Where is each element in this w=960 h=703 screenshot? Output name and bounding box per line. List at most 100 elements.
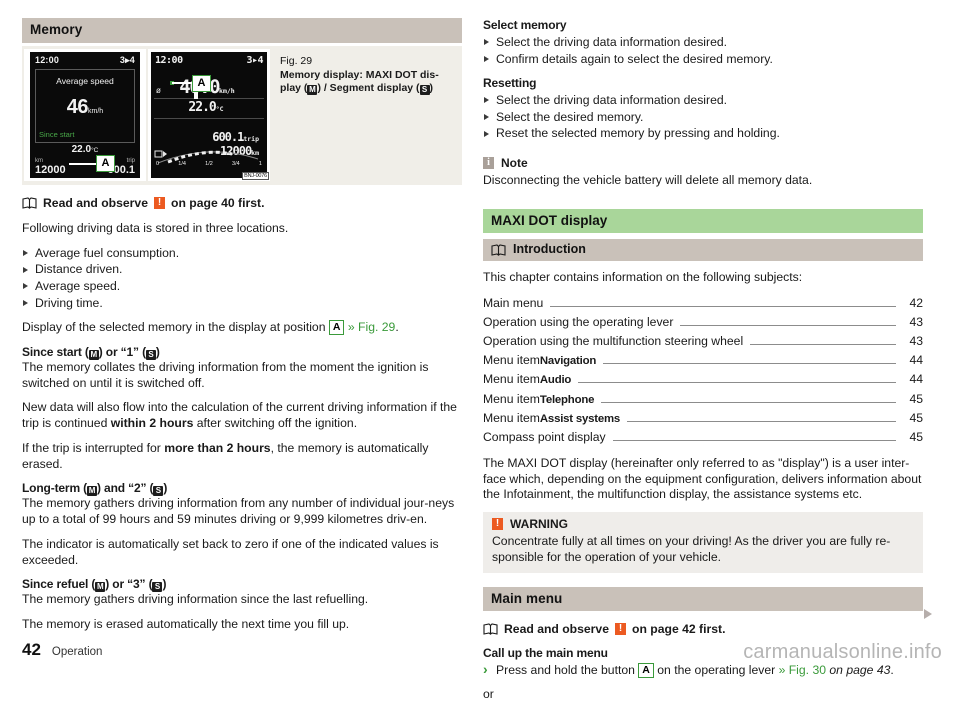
maxi-dot-symbol-icon: M bbox=[307, 85, 318, 96]
toc-label: Menu itemAssist systems bbox=[483, 409, 620, 428]
maxi-dot-symbol-icon: M bbox=[87, 486, 98, 497]
figure-link[interactable]: » Fig. 30 bbox=[779, 663, 826, 677]
list-item-label: Select the driving data information desi… bbox=[496, 35, 728, 49]
toc-leader bbox=[612, 439, 896, 441]
bullet-triangle-icon bbox=[484, 114, 489, 121]
call-up-mid: on the operating lever bbox=[657, 662, 776, 677]
segment-symbol-icon: S bbox=[152, 582, 163, 593]
toc-label-text: Main menu bbox=[483, 295, 544, 310]
seg-divider-1 bbox=[154, 97, 264, 99]
warning-title: WARNING bbox=[510, 517, 568, 532]
dot-value: 46 bbox=[66, 95, 89, 118]
reference-box-a: A bbox=[638, 662, 654, 678]
toc-row[interactable]: Compass point display 45 bbox=[483, 428, 923, 447]
toc-label-text: Menu item bbox=[483, 353, 540, 368]
list-item-label: Reset the selected memory by pressing an… bbox=[496, 126, 780, 141]
warning-symbol-icon: ! bbox=[154, 196, 165, 209]
warning-symbol-icon: ! bbox=[615, 623, 626, 636]
new-data-post: after switching off the ignition. bbox=[193, 416, 358, 431]
call-up-pre: Press and hold the button bbox=[496, 662, 635, 677]
dot-unit: km/h bbox=[88, 107, 104, 115]
toc-page: 45 bbox=[909, 410, 923, 425]
continuation-arrow-icon bbox=[924, 609, 932, 619]
toc-leader bbox=[603, 363, 896, 365]
toc-label: Operation using the operating lever bbox=[483, 313, 673, 332]
toc-row[interactable]: Operation using the multifunction steeri… bbox=[483, 332, 923, 351]
list-item-label: Driving time. bbox=[35, 295, 103, 310]
toc-page: 44 bbox=[909, 372, 923, 387]
note-body: Disconnecting the vehicle battery will d… bbox=[483, 172, 813, 187]
toc-row[interactable]: Operation using the operating lever 43 bbox=[483, 313, 923, 332]
seg-temp: 22.0 bbox=[188, 99, 216, 115]
dot-value-row: 46km/h bbox=[36, 96, 134, 119]
dot-status-row: 12:00 3▸4 bbox=[35, 55, 135, 66]
seg-screen: 12:00 3▸4 ø 46.0km/h 22.0°C 600.1trip 12… bbox=[151, 51, 267, 178]
indicator-paragraph: The indicator is automatically set back … bbox=[22, 536, 439, 567]
toc-row[interactable]: Menu itemAudio 44 bbox=[483, 370, 923, 389]
heading-part: ) or “1” ( bbox=[98, 345, 146, 359]
segment-symbol-icon: S bbox=[145, 350, 156, 360]
heading-since-start: Since start (M) or “1” (S) bbox=[22, 345, 462, 360]
fuel-tick: 1/4 bbox=[178, 160, 186, 167]
fuel-tick: 1/2 bbox=[205, 160, 213, 167]
toc-row[interactable]: Menu itemTelephone 45 bbox=[483, 390, 923, 409]
heading-part: ) bbox=[163, 481, 168, 496]
toc-row[interactable]: Menu itemNavigation 44 bbox=[483, 351, 923, 370]
seg-unit: km/h bbox=[219, 86, 235, 95]
seg-temp-row: 22.0°C bbox=[151, 100, 261, 115]
maxi-dot-symbol-icon: M bbox=[88, 350, 99, 360]
list-item: Select the desired memory. bbox=[483, 109, 923, 126]
dot-odo-value: 12000 bbox=[35, 163, 66, 176]
toc-leader bbox=[680, 325, 896, 327]
heading-select-memory: Select memory bbox=[483, 18, 567, 32]
heading-since-refuel: Since refuel (M) or “3” (S) bbox=[22, 577, 462, 593]
book-icon bbox=[22, 197, 37, 209]
intro-paragraph: Following driving data is stored in thre… bbox=[22, 221, 289, 236]
figure-images: 12:00 3▸4 Average speed 46km/h Since sta… bbox=[22, 46, 270, 185]
toc-leader bbox=[578, 382, 896, 384]
toc-label-text: Operation using the operating lever bbox=[483, 315, 674, 330]
bullet-triangle-icon bbox=[23, 266, 28, 273]
maxi-dot-display-image: 12:00 3▸4 Average speed 46km/h Since sta… bbox=[24, 48, 146, 181]
resetting-bullets: Select the driving data information desi… bbox=[483, 92, 923, 142]
maxi-dot-description: The MAXI DOT display (hereinafter only r… bbox=[483, 455, 922, 502]
toc-label: Main menu bbox=[483, 294, 543, 313]
toc-row[interactable]: Main menu 42 bbox=[483, 294, 923, 313]
heading-part: Since refuel ( bbox=[22, 577, 96, 592]
read-observe-pre: Read and observe bbox=[43, 195, 148, 210]
seg-callout-a: A bbox=[192, 74, 211, 92]
dot-title: Average speed bbox=[56, 75, 114, 86]
erased-paragraph: The memory is erased automatically the n… bbox=[22, 617, 350, 632]
fuel-tick: 3/4 bbox=[232, 160, 240, 167]
toc-page: 45 bbox=[909, 429, 923, 444]
list-item-label: Confirm details again to select the desi… bbox=[496, 51, 773, 66]
list-item-label: Average fuel consumption. bbox=[35, 245, 180, 260]
heading-part: ) bbox=[155, 345, 160, 359]
bullet-triangle-icon bbox=[484, 39, 489, 46]
toc-label-text: Menu item bbox=[483, 391, 540, 406]
driving-data-bullets: Average fuel consumption. Distance drive… bbox=[22, 245, 462, 311]
seg-status-row: 12:00 3▸4 bbox=[155, 55, 263, 66]
read-and-observe-left: Read and observe ! on page 40 first. bbox=[22, 196, 462, 211]
heading-resetting: Resetting bbox=[483, 76, 537, 91]
introduction-label: Introduction bbox=[513, 242, 586, 257]
toc-page: 45 bbox=[909, 391, 923, 406]
figure-link[interactable]: » Fig. 29 bbox=[348, 320, 395, 334]
toc-page: 44 bbox=[909, 353, 923, 368]
manual-page: Memory 12:00 3▸4 Average speed 46km/h Si… bbox=[0, 0, 960, 701]
bullet-triangle-icon bbox=[484, 130, 489, 137]
dot-screen: 12:00 3▸4 Average speed 46km/h Since sta… bbox=[30, 51, 140, 178]
call-up-end: . bbox=[890, 662, 894, 677]
list-item: Distance driven. bbox=[22, 261, 462, 278]
list-item: Confirm details again to select the desi… bbox=[483, 51, 923, 68]
figure-title-mid: ) / Segment display ( bbox=[317, 82, 420, 95]
page-number: 42 bbox=[22, 640, 41, 659]
toc-label-strong: Audio bbox=[539, 374, 572, 387]
toc-page: 42 bbox=[909, 295, 923, 310]
toc-row[interactable]: Menu itemAssist systems 45 bbox=[483, 409, 923, 428]
toc-label-text: Compass point display bbox=[483, 429, 606, 444]
page-footer: 42 Operation bbox=[22, 640, 102, 660]
dot-callout-a: A bbox=[96, 154, 115, 172]
warning-box: ! WARNING Concentrate fully at all times… bbox=[483, 512, 923, 573]
maxi-dot-symbol-icon: M bbox=[95, 582, 106, 593]
